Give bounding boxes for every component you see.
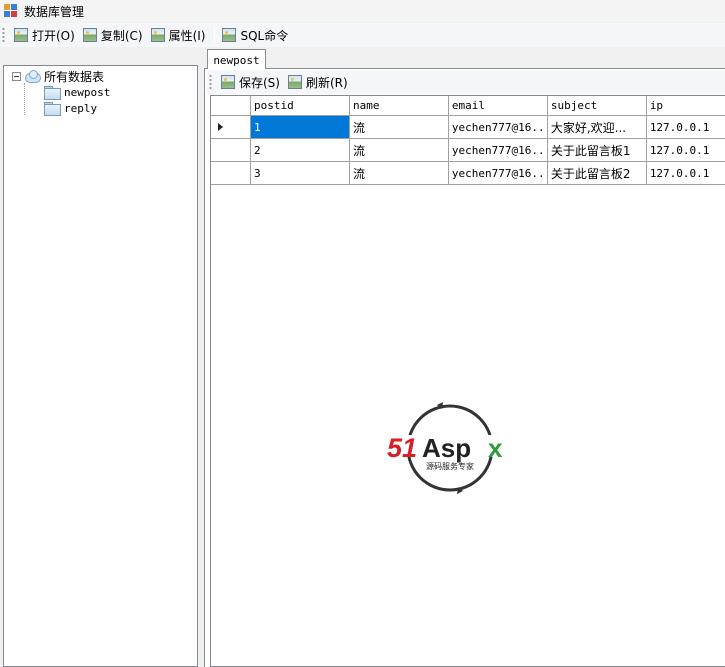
column-header-postid[interactable]: postid — [251, 96, 350, 115]
row-header-current[interactable] — [211, 116, 251, 138]
grid-corner[interactable] — [211, 96, 251, 115]
column-header-email[interactable]: email — [449, 96, 548, 115]
grid-cell[interactable]: 流 — [350, 139, 449, 161]
image-icon — [222, 28, 237, 42]
tree-item-label: newpost — [64, 85, 111, 99]
grid-cell[interactable]: 关于此留言板2 — [548, 162, 647, 184]
tab-page: 保存(S) 刷新(R) postid name email subject ip… — [204, 69, 725, 667]
grid-cell[interactable]: 关于此留言板1 — [548, 139, 647, 161]
grid-cell[interactable]: 流 — [350, 116, 449, 138]
database-icon — [24, 70, 41, 83]
table-tree: 所有数据表 newpost reply — [12, 68, 110, 116]
tree-item-label: reply — [64, 101, 98, 115]
grid-cell[interactable]: 2 — [251, 139, 350, 161]
image-icon — [150, 28, 165, 42]
row-header[interactable] — [211, 162, 251, 184]
data-grid[interactable]: postid name email subject ip 1 流 yechen7… — [210, 95, 725, 667]
image-icon — [82, 28, 97, 42]
grid-header: postid name email subject ip — [211, 96, 725, 116]
table-row[interactable]: 1 流 yechen777@16... 大家好,欢迎... 127.0.0.1 — [211, 116, 725, 139]
watermark-brand-asp: Asp — [422, 433, 471, 463]
grid-cell[interactable]: 1 — [251, 116, 350, 138]
grid-cell[interactable]: 3 — [251, 162, 350, 184]
grid-cell[interactable]: yechen777@16... — [449, 162, 548, 184]
grid-cell[interactable]: 127.0.0.1 — [647, 116, 725, 138]
row-header[interactable] — [211, 139, 251, 161]
window-title: 数据库管理 — [24, 4, 85, 19]
table-view-pane: newpost 保存(S) 刷新(R) postid name email su… — [204, 47, 725, 667]
grid-cell[interactable]: 流 — [350, 162, 449, 184]
properties-button[interactable]: 属性(I) — [148, 25, 209, 45]
image-icon — [14, 28, 28, 42]
title-bar: 数据库管理 — [0, 0, 725, 22]
grid-cell[interactable]: 127.0.0.1 — [647, 162, 725, 184]
table-tree-panel: 所有数据表 newpost reply — [3, 65, 198, 667]
folder-icon — [44, 102, 61, 116]
tree-root-label: 所有数据表 — [44, 69, 105, 84]
tree-connector — [24, 83, 25, 115]
column-header-ip[interactable]: ip — [647, 96, 725, 115]
main-toolbar: 打开(O) 复制(C) 属性(I) SQL命令 — [0, 23, 725, 47]
grid-cell[interactable]: 127.0.0.1 — [647, 139, 725, 161]
image-icon — [287, 75, 302, 89]
toolbar-separator — [214, 26, 216, 44]
properties-label: 属性(I) — [168, 28, 206, 43]
grid-cell[interactable]: yechen777@16... — [449, 139, 548, 161]
tab-newpost[interactable]: newpost — [207, 49, 266, 70]
copy-button[interactable]: 复制(C) — [80, 25, 146, 45]
column-header-name[interactable]: name — [350, 96, 449, 115]
refresh-button[interactable]: 刷新(R) — [285, 72, 351, 92]
copy-label: 复制(C) — [100, 28, 143, 43]
open-button[interactable]: 打开(O) — [11, 25, 78, 45]
toolbar-grip[interactable] — [2, 27, 5, 43]
table-row[interactable]: 3 流 yechen777@16... 关于此留言板2 127.0.0.1 — [211, 162, 725, 185]
open-label: 打开(O) — [32, 28, 75, 43]
grid-cell[interactable]: yechen777@16... — [449, 116, 548, 138]
column-header-subject[interactable]: subject — [548, 96, 647, 115]
sql-label: SQL命令 — [240, 28, 289, 43]
tree-item-newpost[interactable]: newpost — [12, 84, 110, 100]
refresh-label: 刷新(R) — [305, 75, 348, 90]
save-label: 保存(S) — [239, 75, 280, 90]
toolbar-grip[interactable] — [209, 74, 212, 90]
folder-icon — [44, 86, 61, 100]
image-icon — [221, 75, 235, 89]
table-row[interactable]: 2 流 yechen777@16... 关于此留言板1 127.0.0.1 — [211, 139, 725, 162]
tree-item-reply[interactable]: reply — [12, 100, 110, 116]
collapse-icon[interactable] — [12, 71, 21, 81]
watermark-brand-x: x — [488, 433, 503, 463]
grid-cell[interactable]: 大家好,欢迎... — [548, 116, 647, 138]
tab-strip: newpost — [204, 47, 725, 70]
sql-command-button[interactable]: SQL命令 — [219, 25, 291, 45]
watermark-logo: 51 Asp x 源码服务专家 — [385, 402, 515, 494]
save-button[interactable]: 保存(S) — [218, 72, 283, 92]
grid-toolbar: 保存(S) 刷新(R) — [207, 70, 725, 94]
app-icon — [4, 4, 18, 18]
watermark-brand-51: 51 — [387, 433, 417, 463]
watermark-tagline: 源码服务专家 — [426, 461, 474, 471]
tree-root[interactable]: 所有数据表 — [12, 68, 110, 84]
